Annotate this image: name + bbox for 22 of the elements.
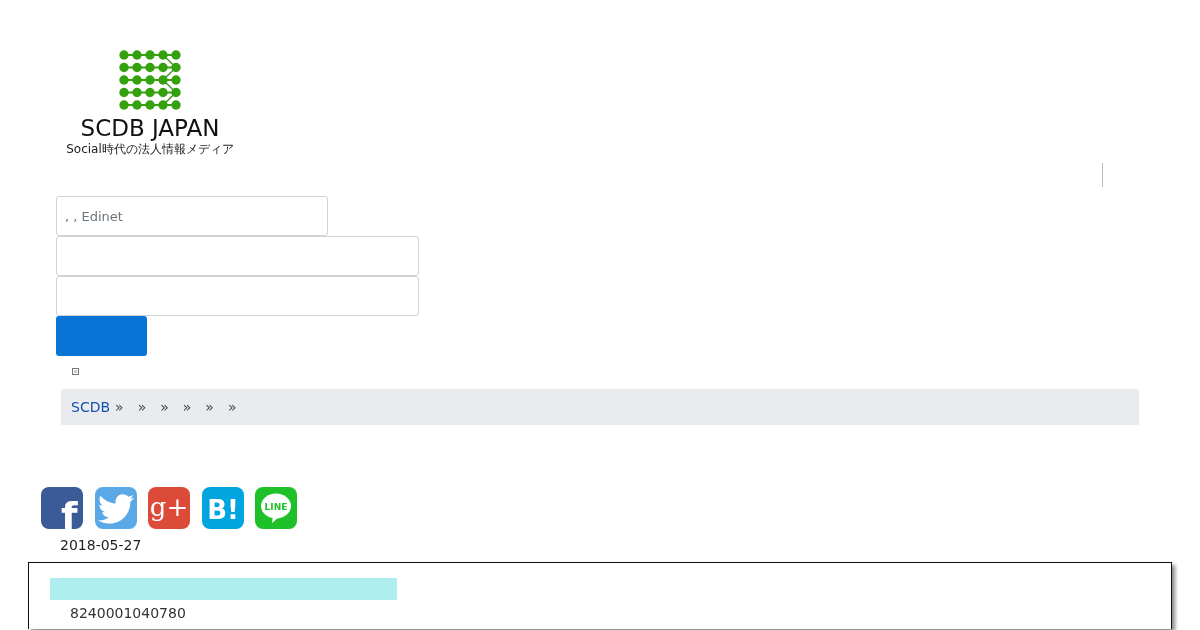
speech-bubble-icon[interactable]: LINE bbox=[255, 487, 297, 529]
breadcrumb-separator: » bbox=[115, 399, 124, 415]
dot-grid-logo bbox=[119, 50, 181, 110]
logo-tagline: Social時代の法人情報メディア bbox=[66, 141, 234, 157]
image-icon bbox=[72, 368, 79, 375]
record-number: 8240001040780 bbox=[70, 605, 186, 621]
b-exclamation-icon[interactable]: B! bbox=[201, 487, 244, 529]
submit-button[interactable] bbox=[56, 316, 147, 356]
breadcrumb-separator: » bbox=[137, 399, 147, 415]
breadcrumb-separator: » bbox=[160, 399, 169, 415]
breadcrumb-separator: » bbox=[205, 399, 214, 415]
search-field[interactable]: , , Edinet bbox=[56, 196, 328, 236]
g-plus-icon[interactable]: g+ bbox=[148, 487, 190, 529]
input-field[interactable] bbox=[56, 276, 419, 316]
breadcrumb-separator: » bbox=[227, 399, 237, 415]
bird-icon[interactable] bbox=[94, 487, 137, 529]
input-field[interactable] bbox=[56, 236, 419, 276]
breadcrumb-link[interactable]: SCDB bbox=[71, 399, 111, 415]
logo-title: SCDB JAPAN bbox=[80, 115, 220, 141]
breadcrumb-separator: » bbox=[182, 399, 192, 415]
publish-date: 2018-05-27 bbox=[60, 536, 142, 554]
letter-f-icon[interactable]: f bbox=[41, 487, 83, 529]
